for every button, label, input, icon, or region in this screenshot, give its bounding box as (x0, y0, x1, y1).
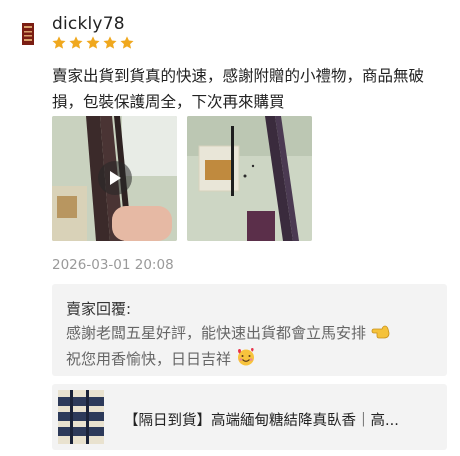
backhand-pointing-left-icon (371, 323, 391, 347)
seller-reply-line-2: 祝您用香愉快，日日吉祥 (66, 350, 232, 368)
product-link-card[interactable]: 【隔日到貨】高端緬甸糖結降真臥香｜高... (52, 384, 447, 450)
seller-reply: 賣家回覆: 感謝老闆五星好評，能快速出貨都會立馬安排 祝您用香愉快，日日吉祥 (52, 284, 447, 376)
review-timestamp: 2026-03-01 20:08 (52, 257, 174, 273)
star-icon (52, 36, 66, 49)
review-media (52, 116, 312, 241)
product-title[interactable]: 【隔日到貨】高端緬甸糖結降真臥香｜高... (124, 409, 434, 430)
product-thumbnail[interactable] (58, 390, 104, 444)
play-icon (110, 171, 121, 185)
review-text: 賣家出貨到貨真的快速，感謝附贈的小禮物，商品無破損，包裝保護周全，下次再來購買 (52, 67, 425, 111)
star-icon (86, 36, 100, 49)
review-video-thumbnail[interactable] (52, 116, 177, 241)
review-photo[interactable] (187, 116, 312, 241)
smiling-face-with-hearts-icon (236, 347, 256, 373)
star-icon (103, 36, 117, 49)
seller-reply-title: 賣家回覆: (66, 300, 132, 318)
star-rating (51, 35, 135, 51)
seller-reply-text: 感謝老闆五星好評，能快速出貨都會立馬安排 祝您用香愉快，日日吉祥 (66, 322, 436, 373)
star-icon (120, 36, 134, 49)
star-icon (69, 36, 83, 49)
seller-reply-line-1: 感謝老闆五星好評，能快速出貨都會立馬安排 (66, 324, 367, 342)
play-button[interactable] (98, 161, 132, 195)
username[interactable]: dickly78 (52, 14, 125, 34)
avatar[interactable] (19, 23, 37, 45)
